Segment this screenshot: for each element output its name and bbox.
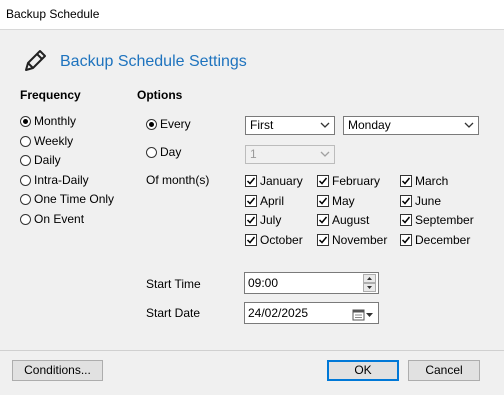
start-time-label: Start Time xyxy=(146,277,201,291)
checkbox-january[interactable]: January xyxy=(245,173,303,189)
day-value: 1 xyxy=(250,147,257,161)
radio-weekly[interactable]: Weekly xyxy=(20,133,73,149)
checkbox-march[interactable]: March xyxy=(400,173,448,189)
chevron-down-icon xyxy=(320,150,330,158)
radio-monthly[interactable]: Monthly xyxy=(20,113,76,129)
every-weekday-value: Monday xyxy=(348,118,391,132)
radio-on-event[interactable]: On Event xyxy=(20,211,84,227)
calendar-icon[interactable] xyxy=(352,307,374,327)
start-date-picker[interactable]: 24/02/2025 xyxy=(244,302,379,324)
radio-day[interactable]: Day xyxy=(146,144,181,160)
checkbox-box xyxy=(400,214,412,226)
ok-button[interactable]: OK xyxy=(327,360,399,381)
spin-down-button[interactable] xyxy=(363,283,376,292)
radio-one-time-only[interactable]: One Time Only xyxy=(20,191,114,207)
checkbox-box xyxy=(317,234,329,246)
cancel-button[interactable]: Cancel xyxy=(408,360,480,381)
checkbox-september[interactable]: September xyxy=(400,212,474,228)
radio-label: Every xyxy=(160,117,191,131)
radio-label: On Event xyxy=(34,212,85,226)
radio-label: Intra-Daily xyxy=(34,173,89,187)
checkbox-label: May xyxy=(332,194,355,208)
start-time-value: 09:00 xyxy=(248,276,279,290)
radio-circle xyxy=(146,118,157,130)
radio-circle xyxy=(20,115,31,127)
checkbox-label: June xyxy=(415,194,442,208)
day-select[interactable]: 1 xyxy=(245,145,335,164)
start-time-input[interactable]: 09:00 xyxy=(244,272,379,294)
radio-label: One Time Only xyxy=(34,192,115,206)
radio-label: Day xyxy=(160,145,182,159)
checkbox-box xyxy=(245,175,257,187)
checkbox-label: November xyxy=(332,233,388,247)
checkbox-label: January xyxy=(260,174,303,188)
start-date-label: Start Date xyxy=(146,306,201,320)
options-heading: Options xyxy=(137,88,183,102)
checkbox-label: February xyxy=(332,174,381,188)
checkbox-october[interactable]: October xyxy=(245,232,303,248)
spin-up-button[interactable] xyxy=(363,274,376,283)
checkbox-box xyxy=(400,195,412,207)
checkbox-february[interactable]: February xyxy=(317,173,380,189)
checkbox-box xyxy=(400,234,412,246)
window-title: Backup Schedule xyxy=(6,7,100,21)
checkbox-june[interactable]: June xyxy=(400,193,441,209)
radio-circle xyxy=(20,213,31,225)
checkbox-label: April xyxy=(260,194,285,208)
start-date-value: 24/02/2025 xyxy=(248,306,309,320)
radio-label: Daily xyxy=(34,153,61,167)
checkbox-box xyxy=(400,175,412,187)
frequency-heading: Frequency xyxy=(20,88,81,102)
checkbox-label: December xyxy=(415,233,471,247)
checkbox-label: October xyxy=(260,233,303,247)
time-spinner[interactable] xyxy=(363,274,376,292)
checkbox-box xyxy=(317,175,329,187)
months-label: Of month(s) xyxy=(146,173,210,187)
radio-every[interactable]: Every xyxy=(146,116,191,132)
checkbox-label: September xyxy=(415,213,474,227)
conditions-button[interactable]: Conditions... xyxy=(12,360,103,381)
checkbox-may[interactable]: May xyxy=(317,193,355,209)
pencil-icon xyxy=(22,48,48,74)
radio-circle xyxy=(146,146,157,158)
checkbox-box xyxy=(245,234,257,246)
checkbox-box xyxy=(245,195,257,207)
every-ordinal-select[interactable]: First xyxy=(245,116,335,135)
checkbox-august[interactable]: August xyxy=(317,212,369,228)
title-bar: Backup Schedule xyxy=(0,0,504,30)
checkbox-label: March xyxy=(415,174,449,188)
footer-divider xyxy=(0,350,504,351)
radio-circle xyxy=(20,154,31,166)
checkbox-december[interactable]: December xyxy=(400,232,470,248)
radio-label: Monthly xyxy=(34,114,77,128)
checkbox-april[interactable]: April xyxy=(245,193,284,209)
radio-circle xyxy=(20,174,31,186)
every-ordinal-value: First xyxy=(250,118,274,132)
checkbox-july[interactable]: July xyxy=(245,212,281,228)
checkbox-box xyxy=(245,214,257,226)
checkbox-box xyxy=(317,195,329,207)
radio-daily[interactable]: Daily xyxy=(20,152,61,168)
chevron-down-icon xyxy=(464,121,474,129)
radio-label: Weekly xyxy=(34,134,74,148)
checkbox-label: July xyxy=(260,213,282,227)
chevron-down-icon xyxy=(320,121,330,129)
checkbox-november[interactable]: November xyxy=(317,232,387,248)
checkbox-box xyxy=(317,214,329,226)
page-title: Backup Schedule Settings xyxy=(60,53,247,70)
radio-intra-daily[interactable]: Intra-Daily xyxy=(20,172,89,188)
every-weekday-select[interactable]: Monday xyxy=(343,116,479,135)
radio-circle xyxy=(20,193,31,205)
radio-circle xyxy=(20,135,31,147)
checkbox-label: August xyxy=(332,213,370,227)
